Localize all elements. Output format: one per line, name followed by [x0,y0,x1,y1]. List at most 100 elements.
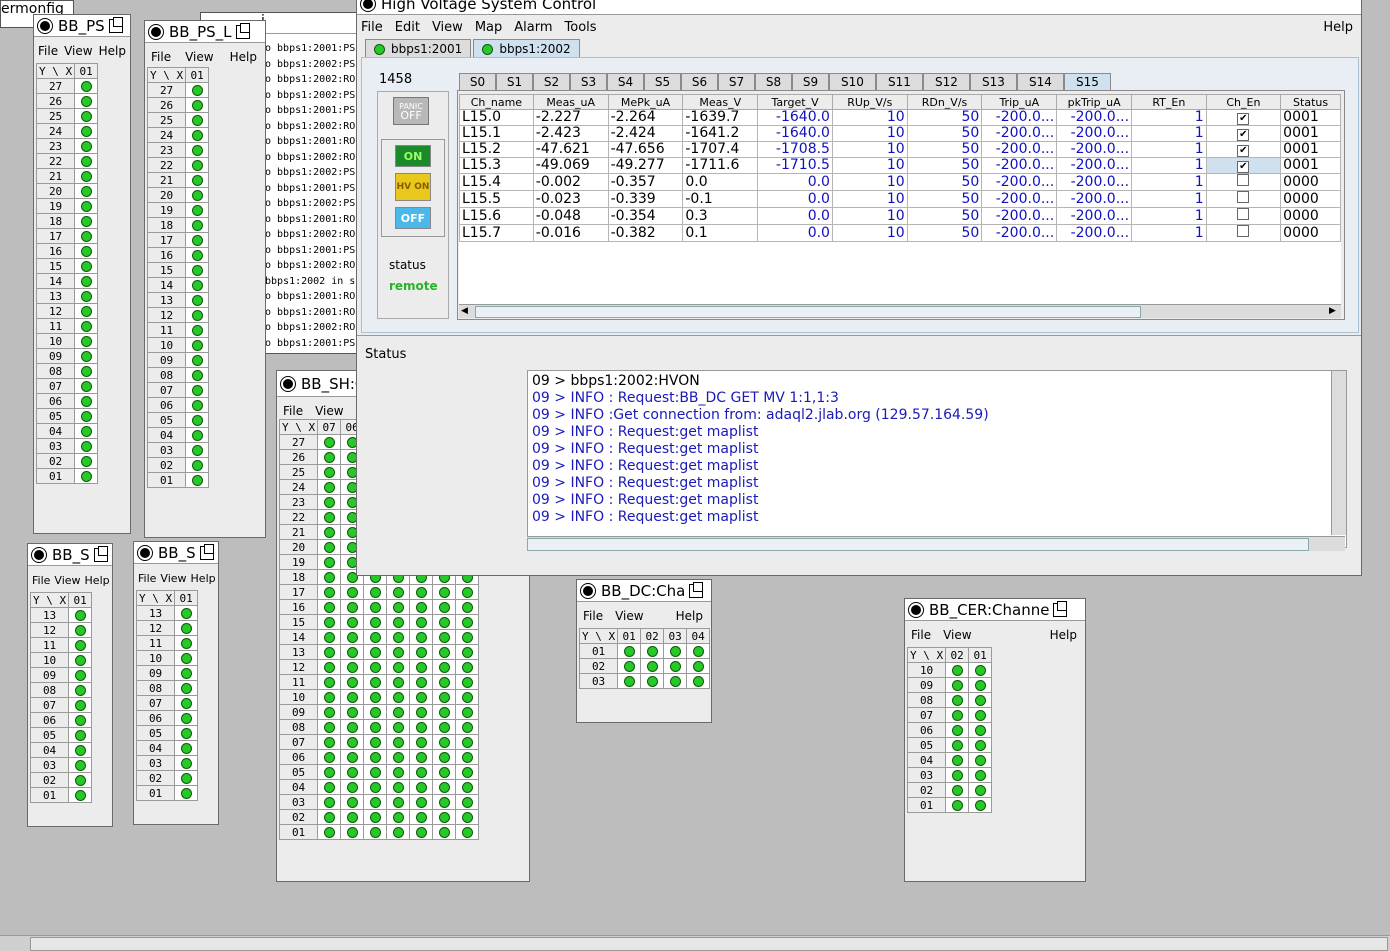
channel-cell[interactable] [968,692,993,708]
maximize-icon[interactable] [93,545,108,562]
desktop-hscrollbar[interactable] [0,935,1390,951]
channel-cell[interactable] [686,673,711,689]
menu-help[interactable]: Help [191,572,216,585]
table-cell[interactable]: 10 [831,190,908,208]
channel-enable-cell[interactable]: ✔ [1205,141,1282,158]
scroll-left-arrow[interactable]: ◀ [461,306,471,316]
channel-cell[interactable] [663,673,688,689]
menu-view[interactable]: View [943,628,971,642]
table-cell[interactable]: -0.048 [532,207,609,225]
table-cell[interactable]: -1708.5 [757,141,833,158]
channel-cell[interactable] [68,622,93,638]
channel-cell[interactable] [945,782,970,798]
table-cell[interactable]: -200.0... [981,207,1058,225]
channel-cell[interactable] [363,629,388,645]
menu-tools[interactable]: Tools [565,20,597,35]
titlebar[interactable]: BB_CER:Channe [905,599,1085,621]
channel-cell[interactable] [363,704,388,720]
slot-tab-s11[interactable]: S11 [876,73,923,90]
table-cell[interactable]: 0001 [1280,125,1341,142]
channel-cell[interactable] [174,770,199,786]
channel-cell[interactable] [363,644,388,660]
table-cell[interactable]: -200.0... [1056,224,1133,242]
channel-cell[interactable] [663,643,688,659]
table-cell[interactable]: -200.0... [1056,157,1133,174]
channel-cell[interactable] [363,614,388,630]
slot-tab-s2[interactable]: S2 [533,73,570,90]
table-cell[interactable]: -1711.6 [682,157,759,174]
table-cell[interactable]: -0.016 [532,224,609,242]
channel-row[interactable]: L15.3 -49.069 -49.277 -1711.6 -1710.5 10 50 -20… [459,157,1341,174]
table-cell[interactable]: -200.0... [1056,190,1133,208]
table-cell[interactable]: 50 [906,109,983,126]
table-cell[interactable]: 50 [906,207,983,225]
channel-cell[interactable] [945,707,970,723]
menu-file[interactable]: File [138,572,156,585]
channel-cell[interactable] [185,337,210,353]
menu-file[interactable]: File [38,44,58,58]
slot-tab-s8[interactable]: S8 [755,73,792,90]
channel-cell[interactable] [455,809,480,825]
channel-cell[interactable] [363,734,388,750]
channel-cell[interactable] [455,734,480,750]
channel-cell[interactable] [340,794,365,810]
table-cell[interactable]: 10 [831,224,908,242]
channel-cell[interactable] [74,468,99,484]
table-cell[interactable]: 0.1 [682,224,759,242]
titlebar[interactable]: BB_DC:Cha [577,580,711,602]
table-cell[interactable]: -1641.2 [682,125,759,142]
table-cell[interactable]: -1710.5 [757,157,833,174]
column-header[interactable]: Meas_uA [532,94,609,110]
channel-cell[interactable] [317,554,342,570]
channel-cell[interactable] [174,650,199,666]
table-cell[interactable]: -0.002 [532,173,609,191]
channel-cell[interactable] [317,494,342,510]
channel-cell[interactable] [386,734,411,750]
table-cell[interactable]: L15.6 [459,207,534,225]
channel-cell[interactable] [409,824,434,840]
table-cell[interactable]: -200.0... [1056,141,1133,158]
slot-tab-s3[interactable]: S3 [570,73,607,90]
channel-cell[interactable] [74,438,99,454]
channel-cell[interactable] [74,258,99,274]
bb-dc-channel-window[interactable]: BB_DC:Cha File View Help Y \ X 01 02 03 04 01 02… [576,579,712,723]
channel-cell[interactable] [317,539,342,555]
channel-cell[interactable] [185,457,210,473]
menu-view[interactable]: View [160,572,186,585]
channel-cell[interactable] [174,620,199,636]
channel-cell[interactable] [432,824,457,840]
channel-cell[interactable] [945,692,970,708]
channel-cell[interactable] [386,584,411,600]
slot-tab-s4[interactable]: S4 [607,73,644,90]
channel-row[interactable]: L15.5 -0.023 -0.339 -0.1 0.0 10 50 -200.0... -20… [459,190,1341,208]
channel-cell[interactable] [174,785,199,801]
channel-cell[interactable] [68,682,93,698]
channel-cell[interactable] [174,725,199,741]
channel-cell[interactable] [74,153,99,169]
table-cell[interactable]: L15.3 [459,157,534,174]
window-menu-icon[interactable] [908,601,924,618]
channel-cell[interactable] [686,658,711,674]
channel-cell[interactable] [74,288,99,304]
channel-enable-checkbox[interactable]: ✔ [1237,145,1250,157]
channel-cell[interactable] [455,719,480,735]
on-button[interactable]: ON [395,145,431,167]
channel-cell[interactable] [409,779,434,795]
menu-file[interactable]: File [283,404,303,418]
channel-cell[interactable] [74,93,99,109]
channel-enable-checkbox[interactable] [1237,174,1250,186]
menu-file[interactable]: File [151,50,171,64]
channel-cell[interactable] [68,787,93,803]
channel-cell[interactable] [386,659,411,675]
channel-cell[interactable] [386,689,411,705]
table-cell[interactable]: 1 [1131,190,1207,208]
maximize-icon[interactable] [689,581,704,598]
channel-cell[interactable] [340,599,365,615]
channel-cell[interactable] [340,734,365,750]
channel-cell[interactable] [386,749,411,765]
channel-cell[interactable] [340,584,365,600]
table-cell[interactable]: 0001 [1280,157,1341,174]
channel-cell[interactable] [68,652,93,668]
column-header[interactable]: Ch_name [459,94,534,110]
table-hscrollbar[interactable]: ◀ ▶ [459,304,1341,318]
